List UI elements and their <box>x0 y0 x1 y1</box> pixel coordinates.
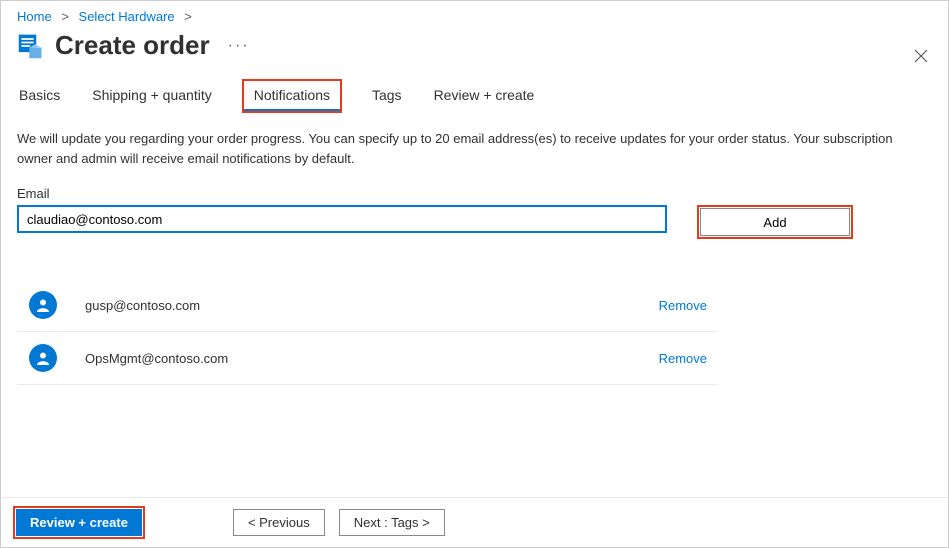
email-label: Email <box>17 186 932 201</box>
review-create-button[interactable]: Review + create <box>16 509 142 536</box>
remove-link[interactable]: Remove <box>659 298 707 313</box>
email-address: gusp@contoso.com <box>85 298 659 313</box>
list-item: gusp@contoso.com Remove <box>17 279 717 332</box>
next-button[interactable]: Next : Tags > <box>339 509 445 536</box>
close-button[interactable] <box>914 49 928 67</box>
add-button[interactable]: Add <box>700 208 850 236</box>
chevron-right-icon: > <box>61 9 69 24</box>
breadcrumb-home[interactable]: Home <box>17 9 52 24</box>
tab-tags[interactable]: Tags <box>370 79 404 113</box>
more-commands-button[interactable]: ··· <box>228 37 250 55</box>
email-input[interactable] <box>17 205 667 233</box>
previous-button[interactable]: < Previous <box>233 509 325 536</box>
person-icon <box>29 291 57 319</box>
person-icon <box>29 344 57 372</box>
tab-content: We will update you regarding your order … <box>1 129 948 385</box>
email-list: gusp@contoso.com Remove OpsMgmt@contoso.… <box>17 279 932 385</box>
remove-link[interactable]: Remove <box>659 351 707 366</box>
tab-strip: Basics Shipping + quantity Notifications… <box>1 79 948 113</box>
tab-notifications[interactable]: Notifications <box>242 79 342 113</box>
breadcrumb-select-hardware[interactable]: Select Hardware <box>79 9 175 24</box>
tab-review-create[interactable]: Review + create <box>432 79 537 113</box>
wizard-footer: Review + create < Previous Next : Tags > <box>1 497 948 547</box>
page-title: Create order <box>55 30 210 61</box>
tab-shipping[interactable]: Shipping + quantity <box>90 79 213 113</box>
close-icon <box>914 49 928 63</box>
list-item: OpsMgmt@contoso.com Remove <box>17 332 717 385</box>
notifications-description: We will update you regarding your order … <box>17 129 917 168</box>
breadcrumb: Home > Select Hardware > <box>1 1 948 26</box>
email-address: OpsMgmt@contoso.com <box>85 351 659 366</box>
chevron-right-icon: > <box>184 9 192 24</box>
tab-basics[interactable]: Basics <box>17 79 62 113</box>
page-header: Create order ··· <box>1 26 948 79</box>
order-icon <box>17 32 45 60</box>
